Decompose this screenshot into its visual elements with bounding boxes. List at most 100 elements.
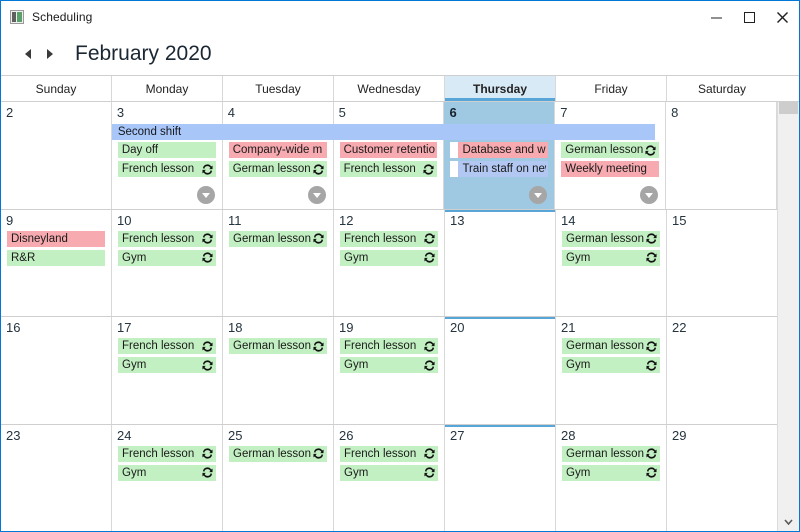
calendar-event[interactable]: German lesson: [228, 161, 327, 177]
calendar-event[interactable]: Gym: [562, 464, 660, 481]
day-cell-2[interactable]: 2: [1, 102, 112, 209]
app-window-icon: [10, 10, 24, 24]
event-label: Weekly meeting: [565, 163, 647, 175]
calendar-event[interactable]: Gym: [340, 249, 438, 266]
calendar-event[interactable]: German lesson: [229, 230, 327, 247]
close-button[interactable]: [766, 1, 799, 33]
day-cell-13[interactable]: 13: [445, 209, 556, 316]
day-header-thursday[interactable]: Thursday: [445, 76, 556, 101]
calendar-event[interactable]: French lesson: [118, 338, 216, 354]
recurring-event-icon: [424, 252, 435, 263]
day-cell-20[interactable]: 20: [445, 317, 556, 424]
calendar-event[interactable]: Gym: [118, 464, 216, 481]
scrollbar-thumb[interactable]: [779, 102, 798, 114]
maximize-button[interactable]: [733, 1, 766, 33]
calendar-event[interactable]: French lesson: [340, 230, 438, 247]
day-cell-22[interactable]: 22: [667, 317, 777, 424]
day-cell-18[interactable]: 18 German lesson: [223, 317, 334, 424]
show-more-events-button[interactable]: [307, 185, 326, 204]
day-cell-3[interactable]: 3 Day off French lesson: [111, 102, 223, 209]
show-more-events-button[interactable]: [529, 185, 548, 204]
day-cell-17[interactable]: 17 French lesson Gym: [112, 317, 223, 424]
day-cell-28[interactable]: 28 German lesson Gym: [556, 424, 667, 531]
week-row: 9 Disneyland R&R 10 French lesson Gym 11 German…: [1, 209, 777, 317]
calendar-event[interactable]: R&R: [7, 249, 105, 266]
calendar-event[interactable]: Gym: [340, 357, 438, 373]
calendar-event[interactable]: Weekly meeting: [561, 161, 660, 177]
day-cell-19[interactable]: 19 French lesson Gym: [334, 317, 445, 424]
recurring-event-icon: [313, 448, 324, 459]
day-cell-11[interactable]: 11 German lesson: [223, 209, 334, 316]
show-more-events-button[interactable]: [640, 185, 659, 204]
day-header-sunday[interactable]: Sunday: [1, 76, 112, 101]
calendar-event[interactable]: Train staff on new: [458, 161, 549, 177]
calendar-event[interactable]: French lesson: [340, 445, 438, 462]
day-header-friday[interactable]: Friday: [556, 76, 667, 101]
day-cell-9[interactable]: 9 Disneyland R&R: [1, 209, 112, 316]
day-cell-6[interactable]: 6 Database and we Train staff on new: [444, 102, 556, 209]
event-label: German lesson: [565, 144, 644, 156]
calendar-event[interactable]: German lesson: [562, 338, 660, 354]
calendar-event[interactable]: German lesson: [561, 142, 660, 158]
day-cell-23[interactable]: 23: [1, 424, 112, 531]
calendar-event[interactable]: Database and we: [458, 142, 549, 158]
day-cell-21[interactable]: 21 German lesson Gym: [556, 317, 667, 424]
calendar-event[interactable]: French lesson: [340, 338, 438, 354]
day-number: 9: [6, 212, 14, 228]
calendar-event[interactable]: Gym: [340, 464, 438, 481]
calendar-event[interactable]: Gym: [118, 357, 216, 373]
event-label: French lesson: [122, 447, 195, 460]
calendar-event[interactable]: Disneyland: [7, 230, 105, 247]
prev-month-button[interactable]: [17, 42, 39, 66]
chevron-right-icon: [47, 49, 53, 59]
calendar-event[interactable]: Customer retention: [339, 142, 438, 158]
show-more-events-button[interactable]: [196, 185, 215, 204]
calendar-event[interactable]: Gym: [562, 357, 660, 373]
day-cell-29[interactable]: 29: [667, 424, 777, 531]
all-day-span-event[interactable]: Second shift: [111, 124, 656, 140]
day-cell-25[interactable]: 25 German lesson: [223, 424, 334, 531]
title-bar: Scheduling: [1, 1, 799, 33]
day-cell-27[interactable]: 27: [445, 424, 556, 531]
day-cell-4[interactable]: 4 Company-wide m German lesson: [222, 102, 334, 209]
calendar-event[interactable]: German lesson: [229, 338, 327, 354]
calendar-event[interactable]: Company-wide m: [228, 142, 327, 158]
day-header-saturday[interactable]: Saturday: [667, 76, 777, 101]
day-cell-8[interactable]: 8: [666, 102, 778, 209]
recurring-event-icon: [202, 252, 213, 263]
day-cell-14[interactable]: 14 German lesson Gym: [556, 209, 667, 316]
window-title: Scheduling: [32, 10, 93, 24]
minimize-button[interactable]: [700, 1, 733, 33]
next-month-button[interactable]: [39, 42, 61, 66]
calendar-event[interactable]: French lesson: [117, 161, 216, 177]
day-cell-7[interactable]: 7 German lesson Weekly meeting: [555, 102, 667, 209]
scrollbar-track[interactable]: [778, 120, 799, 513]
day-header-monday[interactable]: Monday: [112, 76, 223, 101]
recurring-event-icon: [645, 144, 656, 156]
day-cell-12[interactable]: 12 French lesson Gym: [334, 209, 445, 316]
day-header-tuesday[interactable]: Tuesday: [223, 76, 334, 101]
calendar-event[interactable]: French lesson: [339, 161, 438, 177]
event-label: French lesson: [344, 447, 417, 460]
calendar-event[interactable]: Day off: [117, 142, 216, 158]
calendar-event[interactable]: Gym: [118, 249, 216, 266]
calendar-event[interactable]: German lesson: [229, 445, 327, 462]
month-title: February 2020: [75, 42, 212, 65]
day-number: 7: [560, 105, 568, 120]
calendar-event[interactable]: Gym: [562, 249, 660, 266]
day-cell-26[interactable]: 26 French lesson Gym: [334, 424, 445, 531]
calendar-event[interactable]: German lesson: [562, 230, 660, 247]
calendar-event[interactable]: French lesson: [118, 230, 216, 247]
calendar-event[interactable]: German lesson: [562, 445, 660, 462]
day-cell-5[interactable]: 5 Customer retention French lesson: [333, 102, 445, 209]
day-cell-10[interactable]: 10 French lesson Gym: [112, 209, 223, 316]
scroll-down-button[interactable]: [778, 513, 799, 531]
day-header-wednesday[interactable]: Wednesday: [334, 76, 445, 101]
day-cell-15[interactable]: 15: [667, 209, 777, 316]
day-number: 14: [561, 212, 576, 228]
calendar-event[interactable]: French lesson: [118, 445, 216, 462]
day-cell-24[interactable]: 24 French lesson Gym: [112, 424, 223, 531]
day-cell-16[interactable]: 16: [1, 317, 112, 424]
event-label: French lesson: [344, 232, 417, 245]
vertical-scrollbar[interactable]: [777, 102, 799, 531]
